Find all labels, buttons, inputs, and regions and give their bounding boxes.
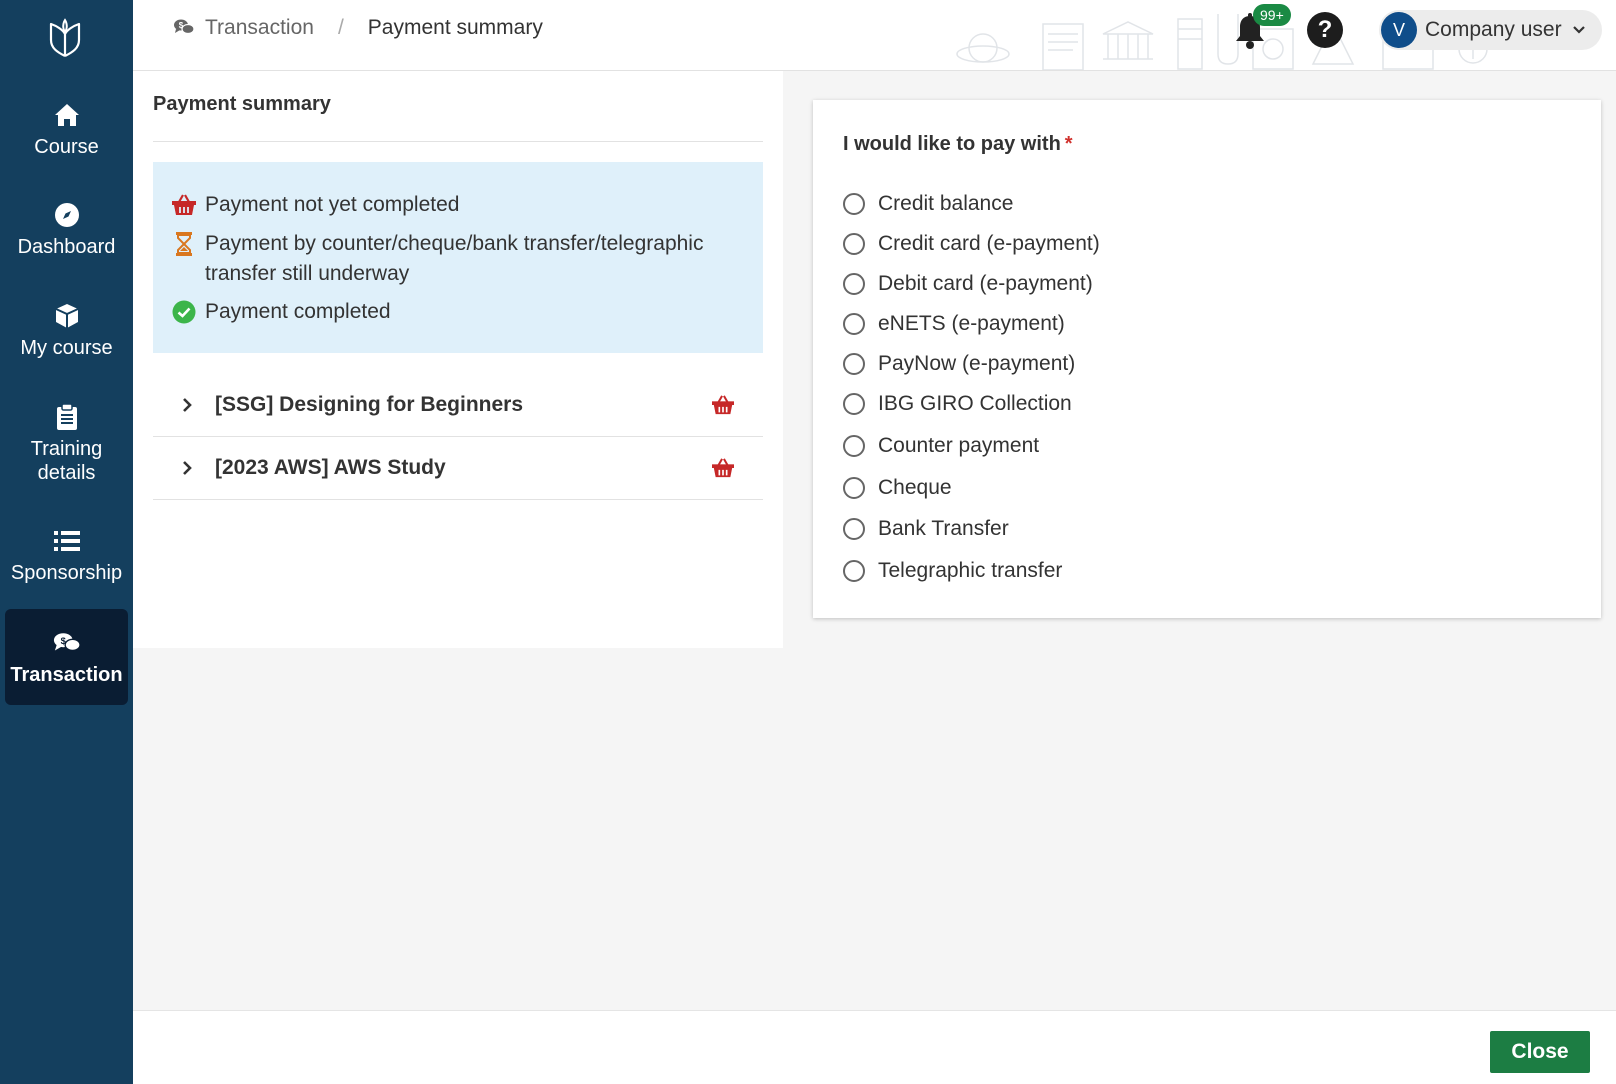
option-label: IBG GIRO Collection [878, 392, 1072, 415]
payment-method-label: I would like to pay with * [843, 133, 1073, 156]
home-icon [53, 101, 81, 129]
sidebar-item-training-details[interactable]: Training details [5, 403, 128, 485]
option-label: Debit card (e-payment) [878, 272, 1093, 295]
option-label: Cheque [878, 476, 952, 499]
help-icon[interactable]: ? [1307, 12, 1343, 48]
sidebar-item-label: My course [20, 337, 113, 359]
chevron-down-icon [1572, 26, 1585, 34]
payment-option-cheque[interactable]: Cheque [843, 476, 952, 500]
sidebar-item-course[interactable]: Course [5, 101, 128, 159]
svg-text:$: $ [179, 21, 184, 30]
chat-dollar-icon: $ [53, 629, 81, 657]
user-menu[interactable]: V Company user [1379, 10, 1602, 50]
breadcrumb-separator: / [337, 16, 344, 39]
legend-item-not-completed: Payment not yet completed [171, 190, 459, 220]
payment-option-credit-card[interactable]: Credit card (e-payment) [843, 232, 1100, 256]
cube-icon [53, 302, 81, 330]
chevron-right-icon [183, 398, 192, 412]
notification-count-badge: 99+ [1253, 4, 1291, 26]
payment-option-telegraphic-transfer[interactable]: Telegraphic transfer [843, 559, 1062, 583]
payment-option-enets[interactable]: eNETS (e-payment) [843, 312, 1065, 336]
sidebar: Course Dashboard My course Training deta… [0, 0, 133, 1084]
sidebar-item-label: Transaction [10, 664, 123, 686]
breadcrumb-transaction-link[interactable]: Transaction [205, 16, 314, 40]
payment-method-label-text: I would like to pay with [843, 133, 1061, 155]
sidebar-item-transaction[interactable]: $ Transaction [5, 609, 128, 705]
radio-button[interactable] [843, 560, 865, 582]
option-label: Counter payment [878, 434, 1040, 457]
list-icon [53, 527, 81, 555]
panel-title: Payment summary [153, 93, 331, 115]
payment-summary-panel: Payment summary Payment not yet complete… [133, 71, 783, 648]
option-label: PayNow (e-payment) [878, 352, 1076, 375]
legend-text: Payment completed [205, 300, 391, 323]
sidebar-item-dashboard[interactable]: Dashboard [5, 201, 128, 259]
sidebar-item-label: Training details [30, 438, 103, 484]
basket-icon [712, 395, 734, 415]
sidebar-item-label: Sponsorship [10, 562, 123, 584]
option-label: Bank Transfer [878, 517, 1009, 540]
payment-option-ibg-giro[interactable]: IBG GIRO Collection [843, 392, 1072, 416]
payment-option-bank-transfer[interactable]: Bank Transfer [843, 517, 1009, 541]
radio-button[interactable] [843, 313, 865, 335]
radio-button[interactable] [843, 393, 865, 415]
footer-bar: Close [133, 1010, 1616, 1084]
hourglass-icon [176, 232, 192, 256]
breadcrumb: $ Transaction / Payment summary [173, 16, 543, 40]
radio-button[interactable] [843, 518, 865, 540]
payment-method-card: I would like to pay with * Credit balance… [813, 100, 1601, 618]
status-legend: Payment not yet completed Payment by cou… [153, 162, 763, 353]
option-label: Telegraphic transfer [878, 559, 1063, 582]
option-label: Credit balance [878, 192, 1014, 215]
sidebar-item-sponsorship[interactable]: Sponsorship [5, 527, 128, 585]
basket-icon [172, 194, 196, 215]
sidebar-item-my-course[interactable]: My course [5, 302, 128, 360]
clipboard-icon [53, 403, 81, 431]
legend-text: Payment by counter/cheque/bank transfer/… [205, 232, 704, 285]
radio-button[interactable] [843, 273, 865, 295]
course-row[interactable]: [2023 AWS] AWS Study [153, 437, 763, 500]
radio-button[interactable] [843, 233, 865, 255]
basket-icon [712, 458, 734, 478]
radio-button[interactable] [843, 435, 865, 457]
legend-text: Payment not yet completed [205, 193, 460, 216]
payment-option-counter[interactable]: Counter payment [843, 434, 1039, 458]
sidebar-item-label: Course [34, 136, 99, 158]
chevron-right-icon [183, 461, 192, 475]
svg-text:$: $ [60, 636, 66, 646]
sidebar-item-label: Dashboard [17, 236, 116, 258]
breadcrumb-current: Payment summary [367, 16, 543, 39]
course-title: [2023 AWS] AWS Study [215, 456, 446, 479]
course-title: [SSG] Designing for Beginners [215, 393, 524, 416]
check-circle-icon [172, 300, 196, 324]
close-button[interactable]: Close [1490, 1031, 1590, 1073]
chat-dollar-icon: $ [174, 19, 195, 35]
book-leaf-logo-icon[interactable] [47, 18, 83, 58]
option-label: eNETS (e-payment) [878, 312, 1065, 335]
compass-icon [53, 201, 81, 229]
avatar: V [1381, 12, 1417, 48]
course-row[interactable]: [SSG] Designing for Beginners [153, 374, 763, 437]
radio-button[interactable] [843, 477, 865, 499]
radio-button[interactable] [843, 353, 865, 375]
required-mark: * [1064, 133, 1073, 155]
user-name: Company user [1425, 18, 1562, 41]
legend-item-underway: Payment by counter/cheque/bank transfer/… [171, 229, 731, 289]
option-label: Credit card (e-payment) [878, 232, 1100, 255]
payment-option-credit-balance[interactable]: Credit balance [843, 192, 1013, 216]
payment-option-paynow[interactable]: PayNow (e-payment) [843, 352, 1075, 376]
payment-option-debit-card[interactable]: Debit card (e-payment) [843, 272, 1093, 296]
radio-button[interactable] [843, 193, 865, 215]
divider [153, 141, 763, 142]
legend-item-completed: Payment completed [171, 297, 391, 327]
top-bar: $ Transaction / Payment summary 99+ ? V … [133, 0, 1616, 71]
